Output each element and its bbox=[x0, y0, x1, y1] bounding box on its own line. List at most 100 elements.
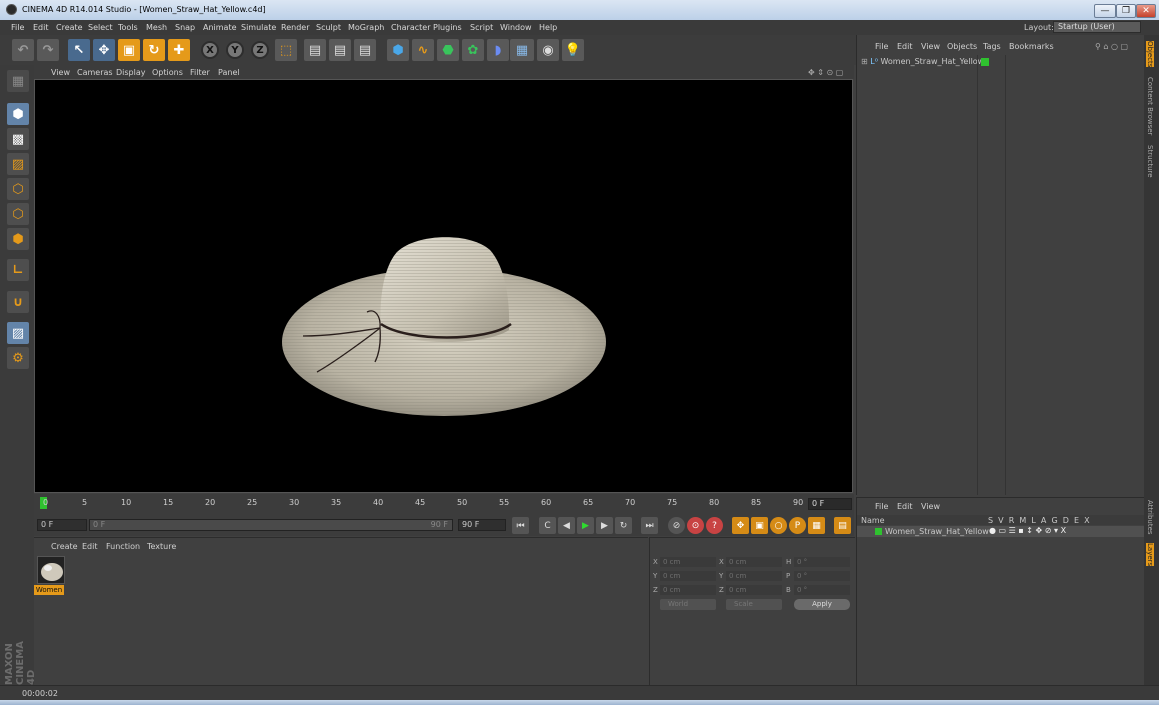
subdivision-surface-icon[interactable]: ⬣ bbox=[437, 39, 459, 61]
material-menu-edit[interactable]: Edit bbox=[82, 542, 98, 551]
last-tool-icon[interactable]: ✚ bbox=[168, 39, 190, 61]
object-name[interactable]: Women_Straw_Hat_Yellow bbox=[880, 57, 984, 66]
timeline-ruler[interactable]: 0 5 10 15 20 25 30 35 40 45 50 55 60 65 … bbox=[34, 494, 854, 514]
material-menu-create[interactable]: Create bbox=[51, 542, 78, 551]
key-parameter-icon[interactable]: P bbox=[789, 517, 806, 534]
tab-content-browser[interactable]: Content Browser bbox=[1146, 77, 1154, 135]
key-position-icon[interactable]: ✥ bbox=[732, 517, 749, 534]
object-expand-icon[interactable]: ⊞ bbox=[861, 57, 868, 66]
coord-mode-dropdown[interactable]: World bbox=[660, 599, 716, 610]
undo-icon[interactable]: ↶ bbox=[12, 39, 34, 61]
timeline-window-icon[interactable]: ▤ bbox=[834, 517, 851, 534]
x-axis-lock-icon[interactable]: X bbox=[199, 39, 221, 61]
minimize-button[interactable]: — bbox=[1094, 4, 1116, 18]
layer-color-swatch[interactable] bbox=[875, 528, 882, 535]
scale-tool-icon[interactable]: ▣ bbox=[118, 39, 140, 61]
layer-menu-view[interactable]: View bbox=[921, 502, 940, 511]
position-z-field[interactable]: 0 cm bbox=[660, 585, 716, 595]
previous-key-icon[interactable]: C bbox=[539, 517, 556, 534]
spline-pen-icon[interactable]: ∿ bbox=[412, 39, 434, 61]
layer-row[interactable]: Women_Straw_Hat_Yellow ● ▭ ☰ ▪ ↕ ✥ ⊘ ▾ X bbox=[857, 526, 1145, 537]
menu-render[interactable]: Render bbox=[281, 23, 309, 32]
rotation-b-field[interactable]: 0 ° bbox=[794, 585, 850, 595]
next-frame-icon[interactable]: ▶ bbox=[596, 517, 613, 534]
tab-attributes[interactable]: Attributes bbox=[1146, 500, 1154, 535]
next-key-icon[interactable]: ↻ bbox=[615, 517, 632, 534]
make-editable-icon[interactable]: ▦ bbox=[7, 70, 29, 92]
tab-structure[interactable]: Structure bbox=[1146, 145, 1154, 178]
menu-plugins[interactable]: Plugins bbox=[433, 23, 462, 32]
object-menu-edit[interactable]: Edit bbox=[897, 42, 913, 51]
model-mode-icon[interactable]: ⬢ bbox=[7, 103, 29, 125]
deformer-icon[interactable]: ◗ bbox=[487, 39, 509, 61]
size-z-field[interactable]: 0 cm bbox=[726, 585, 782, 595]
menu-mesh[interactable]: Mesh bbox=[146, 23, 167, 32]
viewport-menu-view[interactable]: View bbox=[51, 68, 70, 77]
range-slider[interactable]: 0 F 90 F bbox=[89, 519, 453, 531]
key-rotation-icon[interactable]: ○ bbox=[770, 517, 787, 534]
object-menu-file[interactable]: File bbox=[875, 42, 888, 51]
viewport-menu-cameras[interactable]: Cameras bbox=[77, 68, 113, 77]
maximize-button[interactable]: ❐ bbox=[1116, 4, 1136, 18]
menu-file[interactable]: File bbox=[11, 23, 24, 32]
object-search-icon[interactable]: ⚲ ⌂ ○ ▢ bbox=[1095, 42, 1128, 51]
texture-mode-icon[interactable]: ▩ bbox=[7, 128, 29, 150]
start-frame-field[interactable]: 0 F bbox=[37, 519, 87, 531]
menu-create[interactable]: Create bbox=[56, 23, 83, 32]
size-y-field[interactable]: 0 cm bbox=[726, 571, 782, 581]
key-pla-icon[interactable]: ▦ bbox=[808, 517, 825, 534]
keyframe-selection-icon[interactable]: ? bbox=[706, 517, 723, 534]
play-icon[interactable]: ▶ bbox=[577, 517, 594, 534]
workplane-lock-icon[interactable]: ⚙ bbox=[7, 347, 29, 369]
move-tool-icon[interactable]: ✥ bbox=[93, 39, 115, 61]
array-icon[interactable]: ✿ bbox=[462, 39, 484, 61]
material-thumbnail[interactable] bbox=[37, 556, 65, 584]
menu-script[interactable]: Script bbox=[470, 23, 493, 32]
object-menu-bookmarks[interactable]: Bookmarks bbox=[1009, 42, 1054, 51]
go-to-start-icon[interactable]: ⏮ bbox=[512, 517, 529, 534]
object-visibility-dot[interactable] bbox=[981, 58, 989, 66]
object-menu-objects[interactable]: Objects bbox=[947, 42, 977, 51]
size-x-field[interactable]: 0 cm bbox=[726, 557, 782, 567]
coord-size-dropdown[interactable]: Scale bbox=[726, 599, 782, 610]
camera-icon[interactable]: ◉ bbox=[537, 39, 559, 61]
material-menu-function[interactable]: Function bbox=[106, 542, 140, 551]
menu-animate[interactable]: Animate bbox=[203, 23, 237, 32]
layer-menu-edit[interactable]: Edit bbox=[897, 502, 913, 511]
snapping-icon[interactable]: ▨ bbox=[7, 322, 29, 344]
light-icon[interactable]: 💡 bbox=[562, 39, 584, 61]
menu-window[interactable]: Window bbox=[500, 23, 532, 32]
live-selection-icon[interactable]: ↖ bbox=[68, 39, 90, 61]
position-x-field[interactable]: 0 cm bbox=[660, 557, 716, 567]
menu-sculpt[interactable]: Sculpt bbox=[316, 23, 341, 32]
points-mode-icon[interactable]: ⬡ bbox=[7, 178, 29, 200]
previous-frame-icon[interactable]: ◀ bbox=[558, 517, 575, 534]
viewport-menu-options[interactable]: Options bbox=[152, 68, 183, 77]
redo-icon[interactable]: ↷ bbox=[37, 39, 59, 61]
material-menu-texture[interactable]: Texture bbox=[147, 542, 176, 551]
layer-menu-file[interactable]: File bbox=[875, 502, 888, 511]
z-axis-lock-icon[interactable]: Z bbox=[249, 39, 271, 61]
menu-mograph[interactable]: MoGraph bbox=[348, 23, 384, 32]
polygons-mode-icon[interactable]: ⬢ bbox=[7, 228, 29, 250]
object-menu-tags[interactable]: Tags bbox=[983, 42, 1001, 51]
edges-mode-icon[interactable]: ⬡ bbox=[7, 203, 29, 225]
layer-flag-icons[interactable]: ● ▭ ☰ ▪ ↕ ✥ ⊘ ▾ X bbox=[989, 526, 1066, 535]
material-name-label[interactable]: Women bbox=[34, 585, 64, 595]
viewport-nav-icon[interactable]: ✥ ⇕ ⊙ ▢ bbox=[808, 68, 843, 77]
apply-button[interactable]: Apply bbox=[794, 599, 850, 610]
menu-snap[interactable]: Snap bbox=[175, 23, 195, 32]
workplane-mode-icon[interactable]: ▨ bbox=[7, 153, 29, 175]
menu-help[interactable]: Help bbox=[539, 23, 557, 32]
menu-edit[interactable]: Edit bbox=[33, 23, 49, 32]
menu-tools[interactable]: Tools bbox=[118, 23, 138, 32]
layout-select[interactable]: Startup (User) bbox=[1053, 21, 1141, 33]
render-picture-viewer-icon[interactable]: ▤ bbox=[329, 39, 351, 61]
record-keys-icon[interactable]: ⊘ bbox=[668, 517, 685, 534]
menu-simulate[interactable]: Simulate bbox=[241, 23, 276, 32]
tab-objects[interactable]: Objects bbox=[1146, 41, 1154, 68]
menu-character[interactable]: Character bbox=[391, 23, 431, 32]
viewport-menu-panel[interactable]: Panel bbox=[218, 68, 240, 77]
object-menu-view[interactable]: View bbox=[921, 42, 940, 51]
rotation-h-field[interactable]: 0 ° bbox=[794, 557, 850, 567]
